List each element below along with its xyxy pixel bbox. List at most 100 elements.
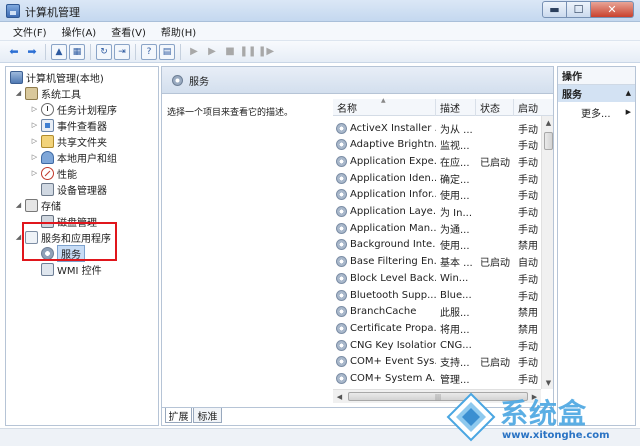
scroll-up-icon[interactable]: ▲ xyxy=(542,116,553,129)
actions-section-label: 服务 xyxy=(562,90,582,101)
service-desc-cell: 使用... xyxy=(440,241,470,253)
expand-triangle-icon[interactable]: ▷ xyxy=(30,105,39,113)
computer-management-icon xyxy=(6,4,20,18)
submenu-arrow-icon[interactable]: ▶ xyxy=(626,108,631,116)
tree-item-root[interactable]: 计算机管理(本地) xyxy=(10,69,104,85)
tree-item-performance[interactable]: ▷ 性能 xyxy=(30,165,77,181)
show-hide-tree-icon[interactable]: ▦ xyxy=(69,43,85,60)
expand-triangle-icon[interactable]: ▷ xyxy=(30,137,39,145)
table-row[interactable]: Background Inte... 使用... 禁用 xyxy=(333,237,541,254)
table-row[interactable]: Application Infor... 使用... 手动 xyxy=(333,187,541,204)
device-manager-icon xyxy=(41,182,54,196)
window-controls: ▬ ☐ ✕ xyxy=(542,1,634,19)
tree-item-event-viewer[interactable]: ▷ 事件查看器 xyxy=(30,117,107,133)
maximize-button[interactable]: ☐ xyxy=(567,1,591,18)
computer-icon xyxy=(10,70,23,84)
table-row[interactable]: Adaptive Brightn... 监视... 手动 xyxy=(333,137,541,154)
service-startup-cell: 手动 xyxy=(518,141,538,153)
up-folder-icon[interactable]: ▲ xyxy=(51,43,67,60)
table-row[interactable]: Block Level Back... Win... 手动 xyxy=(333,270,541,287)
service-startup-cell: 手动 xyxy=(518,157,538,169)
service-name-cell: Background Inte... xyxy=(336,237,436,253)
service-status-cell xyxy=(480,371,514,387)
export-list-icon[interactable]: ⇥ xyxy=(114,43,130,60)
menu-help[interactable]: 帮助(H) xyxy=(154,24,204,39)
actions-section-services[interactable]: 服务 ▲ xyxy=(558,85,635,102)
tree-item-wmi[interactable]: WMI 控件 xyxy=(41,261,102,277)
service-startup-cell: 手动 xyxy=(518,224,538,236)
column-status[interactable]: 状态 xyxy=(476,99,514,116)
tree-item-local-users[interactable]: ▷ 本地用户和组 xyxy=(30,149,117,165)
service-status-cell xyxy=(480,187,514,203)
table-row[interactable]: Application Man... 为通... 手动 xyxy=(333,220,541,237)
service-desc-cell: Blue... xyxy=(440,289,472,301)
service-gear-icon xyxy=(336,322,347,334)
tree-item-device-manager[interactable]: 设备管理器 xyxy=(41,181,107,197)
minimize-button[interactable]: ▬ xyxy=(542,1,567,18)
service-desc-cell: CNG... xyxy=(440,339,472,351)
refresh-icon[interactable]: ↻ xyxy=(96,43,112,60)
tree-item-label: 性能 xyxy=(57,169,77,181)
more-actions-link[interactable]: 更多... xyxy=(581,105,611,120)
forward-arrow-icon[interactable]: ➡ xyxy=(24,44,40,60)
tree-item-storage[interactable]: ◢ 存储 xyxy=(14,197,61,213)
collapse-up-icon[interactable]: ▲ xyxy=(626,89,631,97)
table-row[interactable]: Bluetooth Supp... Blue... 手动 xyxy=(333,287,541,304)
tree-item-label: 系统工具 xyxy=(41,89,81,101)
back-arrow-icon[interactable]: ⬅ xyxy=(6,44,22,60)
service-desc-cell: 基本 ... xyxy=(440,258,473,270)
scroll-left-icon[interactable]: ◀ xyxy=(333,390,346,403)
tree-item-shared-folders[interactable]: ▷ 共享文件夹 xyxy=(30,133,107,149)
vertical-scrollbar[interactable]: ▲ ▼ xyxy=(541,116,553,389)
table-row[interactable]: BranchCache 此服... 禁用 xyxy=(333,304,541,321)
help-icon[interactable]: ? xyxy=(141,43,157,60)
menu-action[interactable]: 操作(A) xyxy=(55,24,105,39)
restart-service-icon[interactable]: ❚▶ xyxy=(258,44,274,60)
service-desc-cell: 为通... xyxy=(440,224,470,236)
table-row[interactable]: Application Laye... 为 In... 手动 xyxy=(333,204,541,221)
expand-triangle-icon[interactable]: ▷ xyxy=(30,169,39,177)
collapse-triangle-icon[interactable]: ◢ xyxy=(14,201,23,209)
table-row[interactable]: COM+ Event Sys... 支持... 已启动 手动 xyxy=(333,354,541,371)
service-gear-icon xyxy=(336,172,347,184)
service-status-cell: 已启动 xyxy=(480,157,510,169)
vertical-scroll-thumb[interactable] xyxy=(544,132,553,150)
watermark-text: 系统盒 xyxy=(500,397,588,430)
start-service-alt-icon[interactable]: ▶ xyxy=(204,44,220,60)
column-description[interactable]: 描述 xyxy=(436,99,476,116)
table-row[interactable]: Certificate Propa... 将用... 禁用 xyxy=(333,320,541,337)
watermark-url: www.xitonghe.com xyxy=(502,430,610,441)
service-gear-icon xyxy=(336,189,347,201)
clock-icon xyxy=(41,102,54,116)
column-startup[interactable]: 启动 xyxy=(514,99,553,116)
service-gear-icon xyxy=(336,239,347,251)
expand-triangle-icon[interactable]: ▷ xyxy=(30,121,39,129)
close-button[interactable]: ✕ xyxy=(591,1,634,18)
properties-icon[interactable]: ▤ xyxy=(159,43,175,60)
service-startup-cell: 禁用 xyxy=(518,241,538,253)
table-row[interactable]: COM+ System A... 管理... 手动 xyxy=(333,371,541,388)
table-row[interactable]: Application Expe... 在应... 已启动 手动 xyxy=(333,153,541,170)
expand-triangle-icon[interactable]: ▷ xyxy=(30,153,39,161)
service-desc-cell: 将用... xyxy=(440,324,470,336)
service-name-cell: Application Iden... xyxy=(336,170,436,186)
table-row[interactable]: Application Iden... 确定... 手动 xyxy=(333,170,541,187)
collapse-triangle-icon[interactable]: ◢ xyxy=(14,89,23,97)
tree-item-label: 存储 xyxy=(41,201,61,213)
tab-standard[interactable]: 标准 xyxy=(193,408,222,423)
start-service-icon[interactable]: ▶ xyxy=(186,44,202,60)
tab-extended[interactable]: 扩展 xyxy=(165,408,192,423)
table-row[interactable]: CNG Key Isolation CNG... 手动 xyxy=(333,337,541,354)
service-status-cell xyxy=(480,304,514,320)
service-gear-icon xyxy=(336,256,347,268)
menu-view[interactable]: 查看(V) xyxy=(104,24,154,39)
tree-item-task-scheduler[interactable]: ▷ 任务计划程序 xyxy=(30,101,117,117)
table-row[interactable]: ActiveX Installer ... 为从 ... 手动 xyxy=(333,120,541,137)
menu-file[interactable]: 文件(F) xyxy=(6,24,55,39)
pause-service-icon[interactable]: ❚❚ xyxy=(240,44,257,60)
service-name-cell: Base Filtering En... xyxy=(336,254,436,270)
table-row[interactable]: Base Filtering En... 基本 ... 已启动 自动 xyxy=(333,254,541,271)
stop-service-icon[interactable]: ■ xyxy=(222,44,238,60)
column-name[interactable]: ▲ 名称 xyxy=(333,97,436,116)
tree-item-system-tools[interactable]: ◢ 系统工具 xyxy=(14,85,81,101)
